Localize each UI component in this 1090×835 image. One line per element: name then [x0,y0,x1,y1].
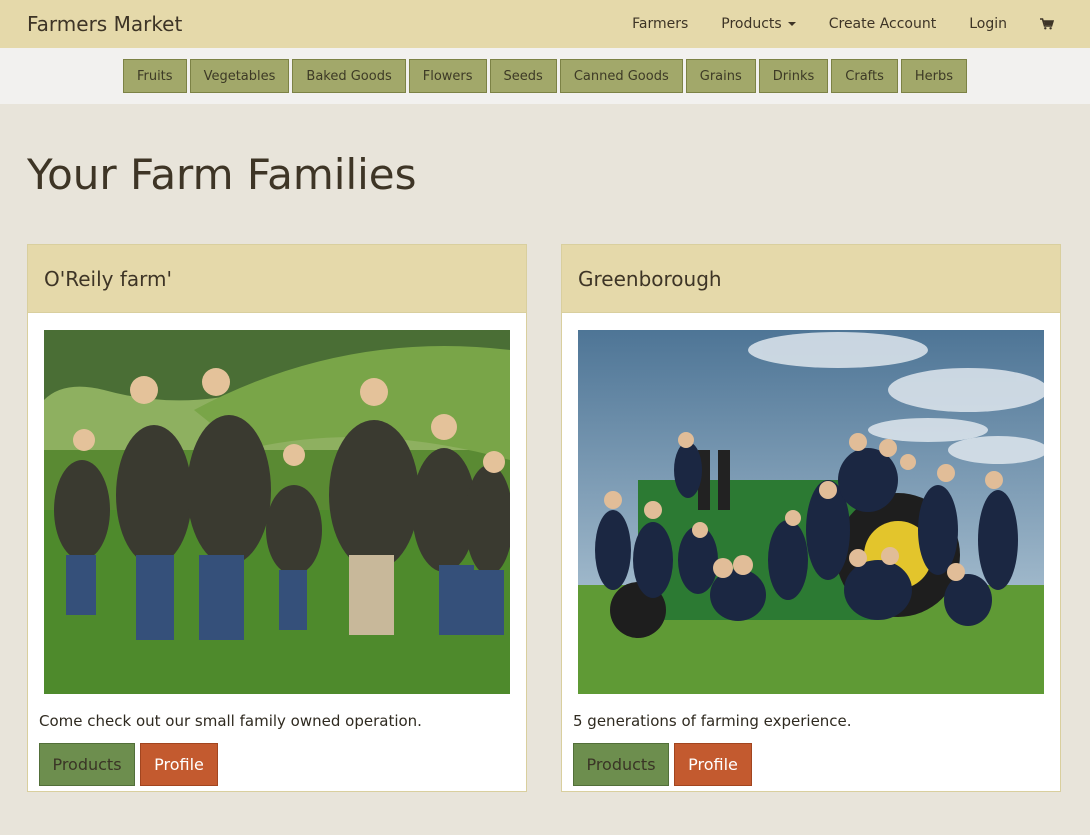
profile-button[interactable]: Profile [140,743,218,786]
farm-actions: Products Profile [573,743,757,786]
nav-create-account[interactable]: Create Account [829,16,937,32]
profile-button[interactable]: Profile [674,743,752,786]
category-grains[interactable]: Grains [685,59,756,93]
nav-farmers[interactable]: Farmers [632,16,688,32]
products-button[interactable]: Products [39,743,135,786]
nav-login[interactable]: Login [969,16,1007,32]
farm-name: O'Reily farm' [28,245,526,313]
farm-description: 5 generations of farming experience. [573,712,852,730]
category-crafts[interactable]: Crafts [831,59,898,93]
farm-actions: Products Profile [39,743,223,786]
category-fruits[interactable]: Fruits [122,59,187,93]
category-baked-goods[interactable]: Baked Goods [292,59,406,93]
category-canned-goods[interactable]: Canned Goods [559,59,683,93]
products-button[interactable]: Products [573,743,669,786]
brand-link[interactable]: Farmers Market [27,12,182,36]
nav-products-label: Products [721,16,782,32]
navbar: Farmers Market Farmers Products Create A… [0,0,1090,48]
category-flowers[interactable]: Flowers [408,59,487,93]
nav-links: Farmers Products Create Account Login [599,16,1063,32]
category-vegetables[interactable]: Vegetables [189,59,290,93]
category-herbs[interactable]: Herbs [900,59,968,93]
farm-family-photo[interactable] [44,330,510,694]
category-seeds[interactable]: Seeds [489,59,557,93]
category-bar: Fruits Vegetables Baked Goods Flowers Se… [0,48,1090,104]
farm-name: Greenborough [562,245,1060,313]
caret-down-icon [787,22,796,26]
nav-products-dropdown[interactable]: Products [721,16,796,32]
farm-family-photo[interactable] [578,330,1044,694]
page-title: Your Farm Families [27,150,417,199]
farm-card-greenborough: Greenborough 5 generations of farming ex… [561,244,1061,792]
farm-card-oreily: O'Reily farm' Come check out our small f… [27,244,527,792]
cart-icon[interactable] [1040,18,1054,30]
farm-description: Come check out our small family owned op… [39,712,422,730]
category-drinks[interactable]: Drinks [758,59,829,93]
